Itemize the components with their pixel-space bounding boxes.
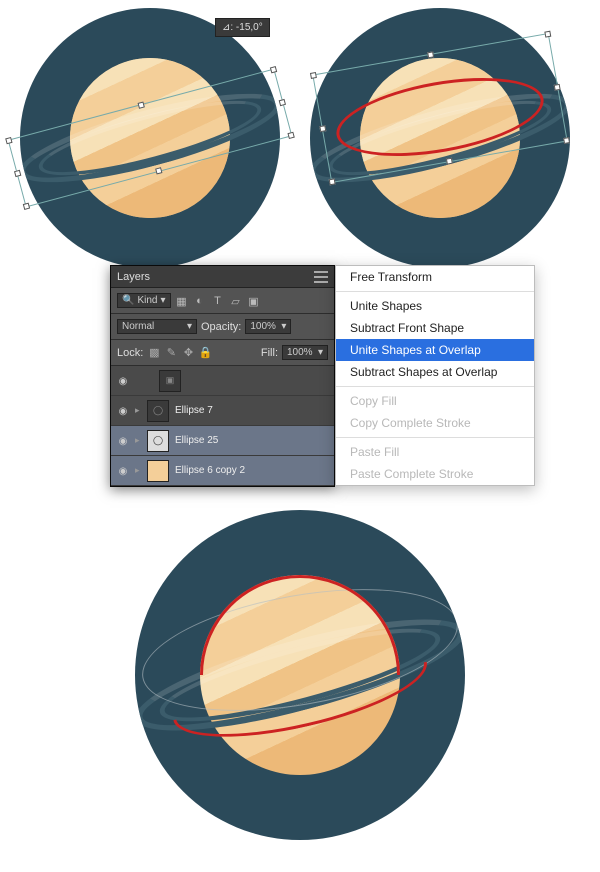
opacity-value[interactable]: 100%▾ xyxy=(245,319,291,334)
visibility-toggle[interactable] xyxy=(111,405,135,417)
layers-list: ▣ ▸ ◯ Ellipse 7 ▸ ◯ Ellipse 25 ▸ Ellipse… xyxy=(111,366,334,486)
disclosure-icon[interactable]: ▸ xyxy=(135,405,147,416)
fill-label: Fill: xyxy=(261,347,278,359)
layers-filter-row: 🔍 Kind ▾ ▦ ◐ T ▱ ▣ xyxy=(111,288,334,314)
layer-name[interactable]: Ellipse 6 copy 2 xyxy=(175,465,245,476)
filter-smart-icon[interactable]: ▣ xyxy=(247,295,261,307)
layer-thumbnail: ▣ xyxy=(159,370,181,392)
layers-panel: Layers 🔍 Kind ▾ ▦ ◐ T ▱ ▣ Normal▾ Opacit… xyxy=(110,265,335,487)
panel-menu-icon[interactable] xyxy=(314,271,328,283)
disclosure-icon[interactable]: ▸ xyxy=(135,435,147,446)
lock-paint-icon[interactable]: ✎ xyxy=(164,346,178,359)
menu-copy-fill: Copy Fill xyxy=(336,390,534,412)
layer-name[interactable]: Ellipse 7 xyxy=(175,405,213,416)
layers-lock-row: Lock: ▩ ✎ ✥ 🔒 Fill: 100%▾ xyxy=(111,340,334,366)
menu-free-transform[interactable]: Free Transform xyxy=(336,266,534,288)
visibility-toggle[interactable] xyxy=(111,375,135,387)
filter-type-icon[interactable]: T xyxy=(211,295,225,307)
lock-label: Lock: xyxy=(117,347,143,359)
illustration-planet-result xyxy=(135,510,465,840)
menu-unite-shapes[interactable]: Unite Shapes xyxy=(336,295,534,317)
menu-separator xyxy=(336,291,534,292)
context-menu: Free Transform Unite Shapes Subtract Fro… xyxy=(335,265,535,486)
layers-kind-dropdown[interactable]: 🔍 Kind ▾ xyxy=(117,293,171,308)
layers-panel-title[interactable]: Layers xyxy=(117,271,150,283)
visibility-toggle[interactable] xyxy=(111,435,135,447)
menu-separator xyxy=(336,386,534,387)
fill-value[interactable]: 100%▾ xyxy=(282,345,328,360)
layer-row[interactable]: ▸ ◯ Ellipse 7 xyxy=(111,396,334,426)
lock-transparency-icon[interactable]: ▩ xyxy=(147,346,161,359)
menu-separator xyxy=(336,437,534,438)
lock-position-icon[interactable]: ✥ xyxy=(181,346,195,359)
filter-adjust-icon[interactable]: ◐ xyxy=(193,295,207,307)
filter-shape-icon[interactable]: ▱ xyxy=(229,295,243,307)
menu-subtract-shapes-at-overlap[interactable]: Subtract Shapes at Overlap xyxy=(336,361,534,383)
menu-paste-fill: Paste Fill xyxy=(336,441,534,463)
opacity-label: Opacity: xyxy=(201,321,241,333)
menu-copy-complete-stroke: Copy Complete Stroke xyxy=(336,412,534,434)
disclosure-icon[interactable]: ▸ xyxy=(135,465,147,476)
menu-paste-complete-stroke: Paste Complete Stroke xyxy=(336,463,534,485)
filter-pixel-icon[interactable]: ▦ xyxy=(175,295,189,307)
layers-blend-row: Normal▾ Opacity: 100%▾ xyxy=(111,314,334,340)
visibility-toggle[interactable] xyxy=(111,465,135,477)
layer-thumbnail xyxy=(147,460,169,482)
layer-name[interactable]: Ellipse 25 xyxy=(175,435,218,446)
lock-all-icon[interactable]: 🔒 xyxy=(198,346,212,359)
layer-thumbnail: ◯ xyxy=(147,430,169,452)
transform-angle-tooltip: ⊿: -15,0° xyxy=(215,18,270,37)
layer-thumbnail: ◯ xyxy=(147,400,169,422)
layer-row[interactable]: ▸ Ellipse 6 copy 2 xyxy=(111,456,334,486)
blend-mode-select[interactable]: Normal▾ xyxy=(117,319,197,334)
menu-subtract-front-shape[interactable]: Subtract Front Shape xyxy=(336,317,534,339)
menu-unite-shapes-at-overlap[interactable]: Unite Shapes at Overlap xyxy=(336,339,534,361)
layer-row[interactable]: ▣ xyxy=(111,366,334,396)
layer-row[interactable]: ▸ ◯ Ellipse 25 xyxy=(111,426,334,456)
